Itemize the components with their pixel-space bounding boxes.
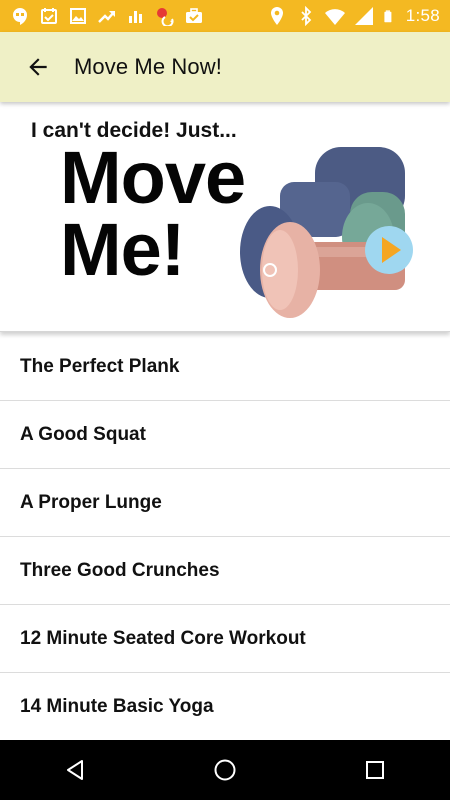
calendar-check-icon xyxy=(41,8,57,24)
list-item-label: Three Good Crunches xyxy=(20,559,220,581)
notification-alert-icon xyxy=(157,8,174,26)
battery-icon xyxy=(384,10,392,23)
list-item-basic-yoga[interactable]: 14 Minute Basic Yoga xyxy=(0,673,450,741)
list-item-label: A Proper Lunge xyxy=(20,491,162,513)
navigation-bar xyxy=(0,740,450,800)
nav-recents-button[interactable] xyxy=(345,740,405,800)
list-item-label: The Perfect Plank xyxy=(20,355,180,377)
list-item-seated-core[interactable]: 12 Minute Seated Core Workout xyxy=(0,605,450,673)
banner-headline-line-2: Me! xyxy=(60,208,185,291)
move-me-banner[interactable]: I can't decide! Just... Move Me! xyxy=(0,102,450,332)
back-triangle-icon xyxy=(67,760,83,780)
play-button[interactable] xyxy=(363,224,415,276)
wifi-icon xyxy=(324,9,345,25)
status-bar: 1:58 xyxy=(0,0,450,32)
status-bar-system: 1:58 xyxy=(267,6,450,26)
bar-chart-icon xyxy=(129,11,142,23)
list-item-good-squat[interactable]: A Good Squat xyxy=(0,401,450,469)
play-icon xyxy=(365,226,413,274)
list-item-perfect-plank[interactable]: The Perfect Plank xyxy=(0,333,450,401)
list-item-label: 12 Minute Seated Core Workout xyxy=(20,627,306,649)
list-item-label: A Good Squat xyxy=(20,423,146,445)
app-toolbar: Move Me Now! xyxy=(0,32,450,102)
location-icon xyxy=(270,7,283,25)
banner-headline: Move Me! xyxy=(60,136,246,291)
status-bar-notifications xyxy=(0,6,204,26)
back-button[interactable] xyxy=(10,39,66,95)
nav-back-button[interactable] xyxy=(45,740,105,800)
recents-square-icon xyxy=(366,761,384,779)
list-item-proper-lunge[interactable]: A Proper Lunge xyxy=(0,469,450,537)
page-title: Move Me Now! xyxy=(74,54,222,79)
signal-icon xyxy=(354,7,373,25)
trending-icon xyxy=(98,11,115,23)
nav-home-button[interactable] xyxy=(195,740,255,800)
list-item-label: 14 Minute Basic Yoga xyxy=(20,695,214,717)
status-time: 1:58 xyxy=(405,6,440,25)
bluetooth-icon xyxy=(301,6,311,26)
arrow-back-icon xyxy=(29,58,47,76)
banner-headline-line-1: Move xyxy=(60,136,246,219)
list-item-good-crunches[interactable]: Three Good Crunches xyxy=(0,537,450,605)
briefcase-check-icon xyxy=(186,8,202,23)
hangouts-icon xyxy=(13,8,27,25)
image-icon xyxy=(70,8,86,24)
workout-list: The Perfect Plank A Good Squat A Proper … xyxy=(0,333,450,741)
home-circle-icon xyxy=(214,759,236,781)
